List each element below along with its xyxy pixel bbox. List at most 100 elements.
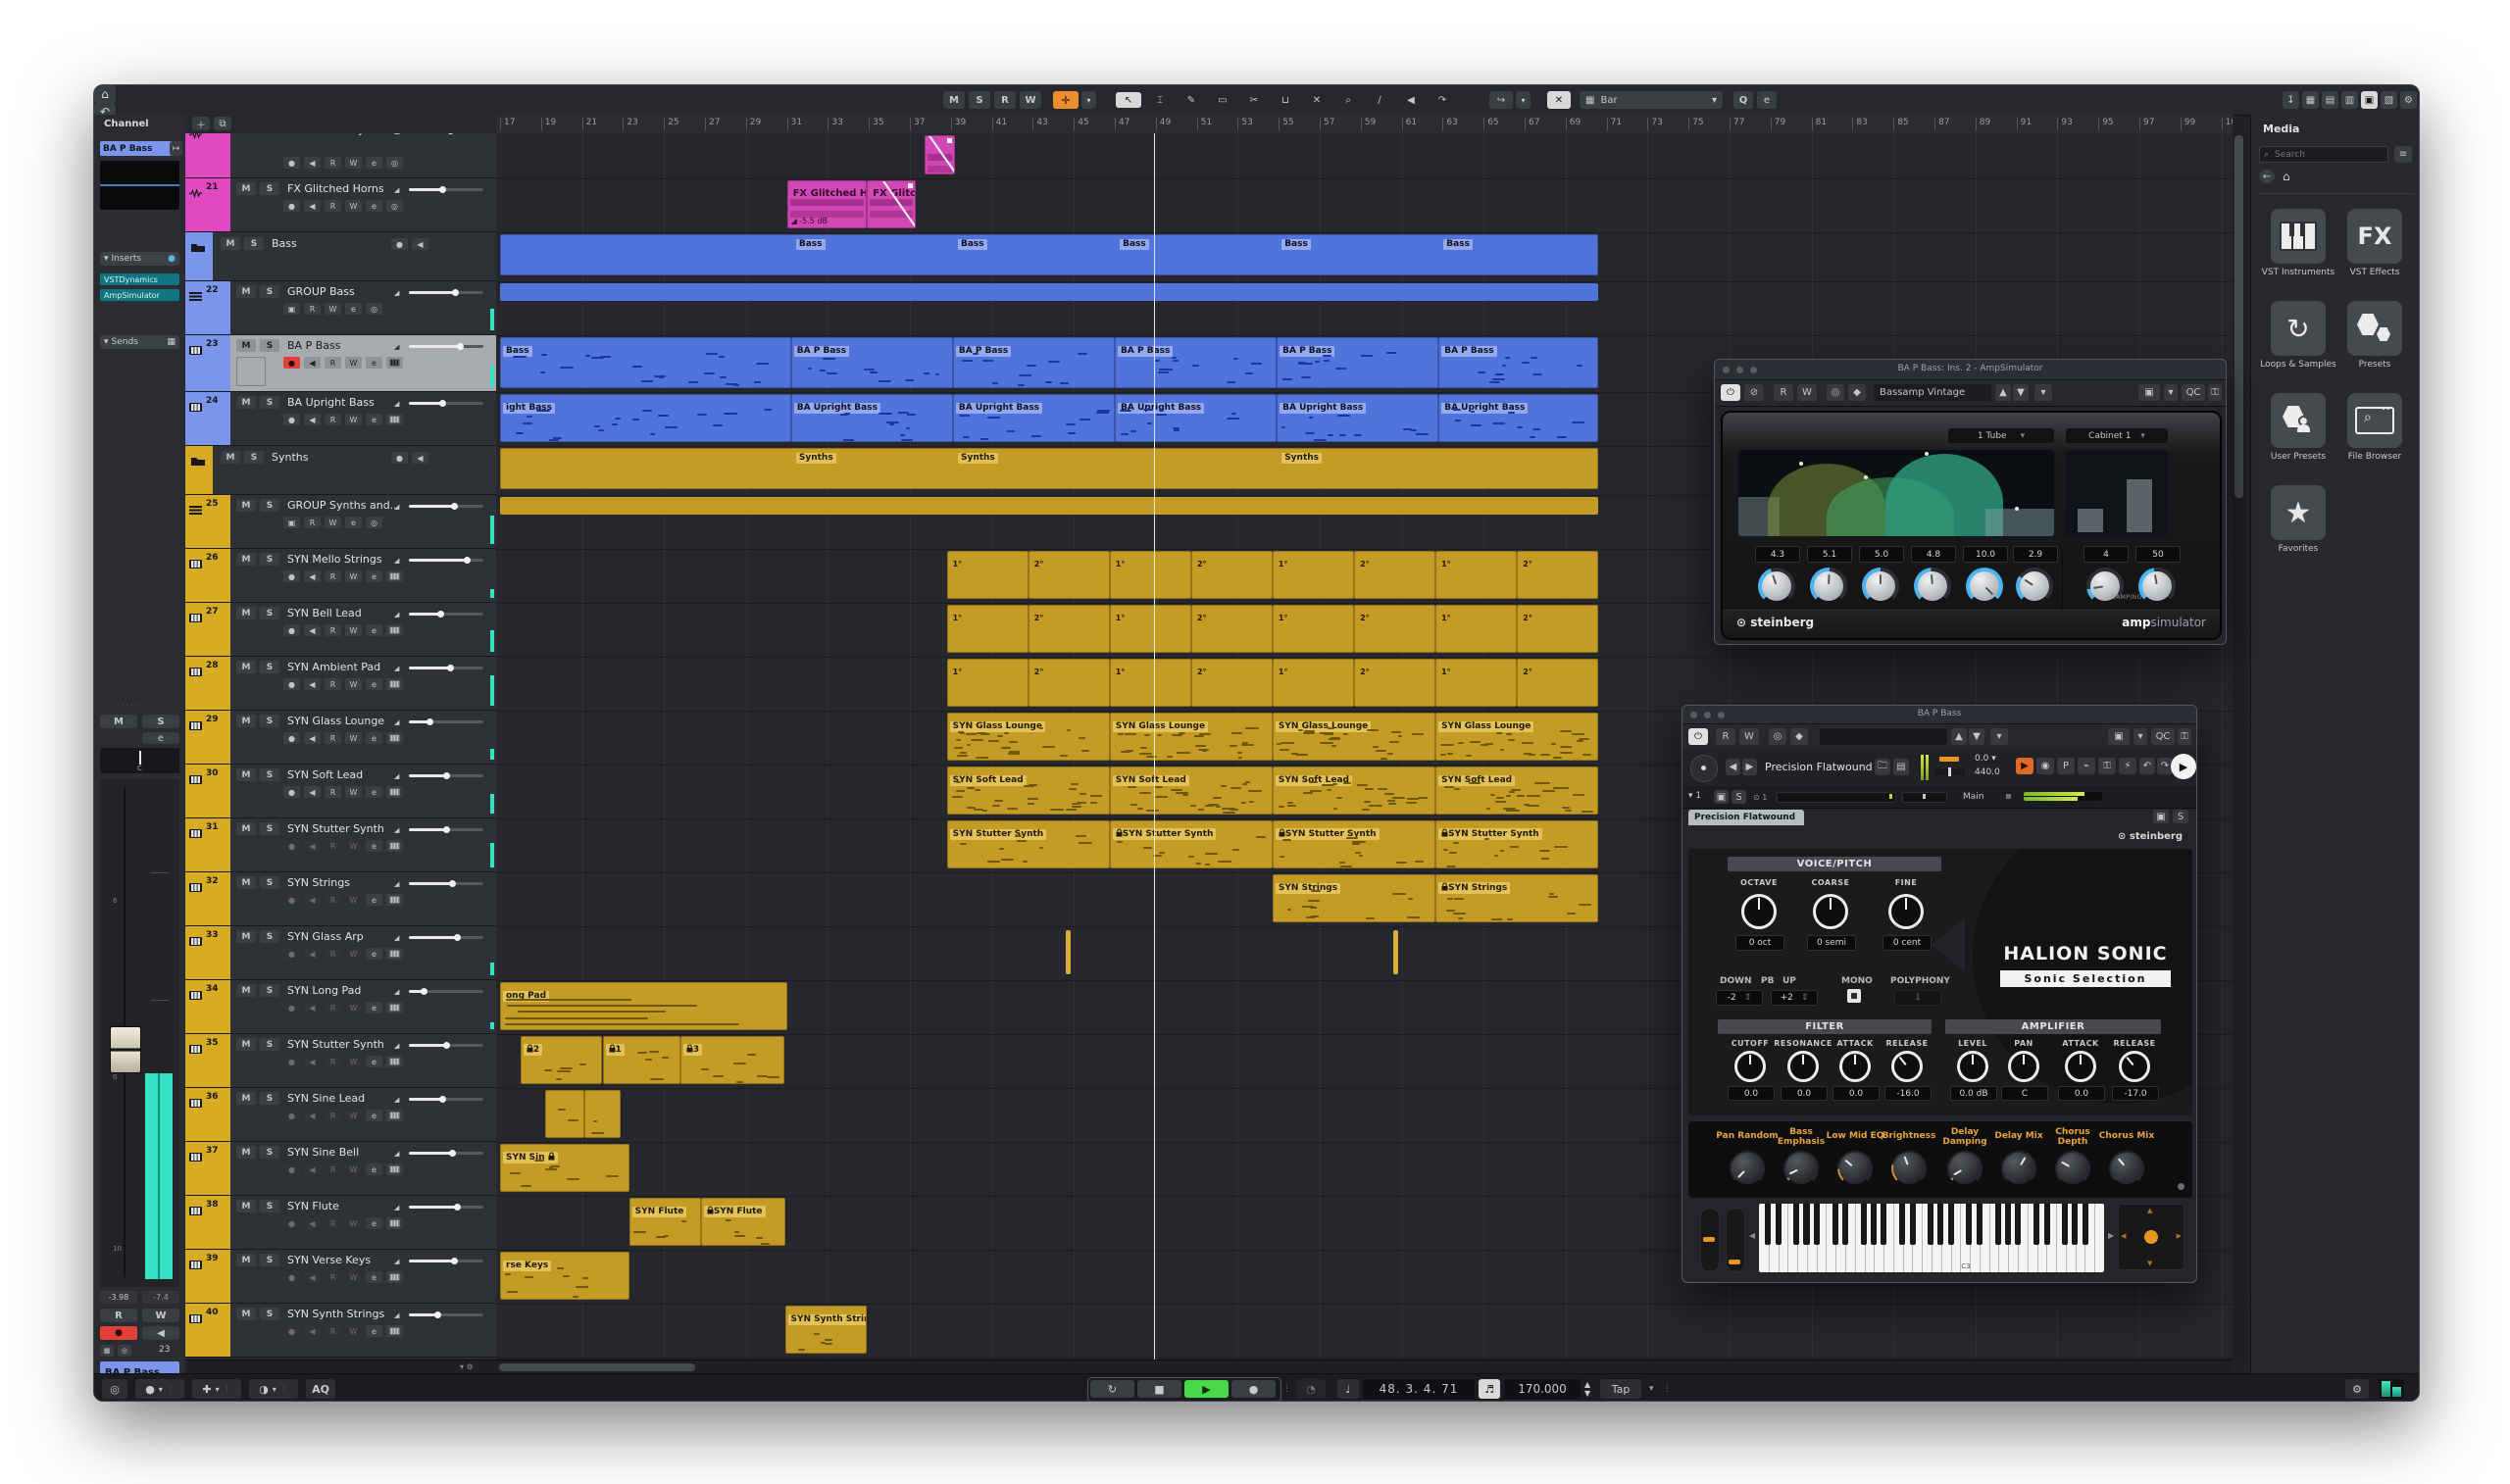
event-clip[interactable]: 1° xyxy=(1273,551,1354,599)
track-mute-button[interactable]: M xyxy=(236,285,256,298)
tool-draw-icon[interactable]: ✎ xyxy=(1179,92,1204,108)
black-key[interactable] xyxy=(2015,1204,2021,1245)
track-freeze-icon[interactable]: ◎ xyxy=(386,200,403,212)
lock-icon[interactable]: ⚿ xyxy=(2178,728,2191,745)
plugin-read-button[interactable]: R xyxy=(1774,384,1793,401)
tool-scrub-icon[interactable]: ↷ xyxy=(1430,92,1455,108)
track-volume-slider[interactable] xyxy=(409,291,483,294)
track-volume-slider[interactable] xyxy=(409,559,483,562)
track-rec-icon[interactable]: ● xyxy=(391,452,408,464)
black-key[interactable] xyxy=(1948,1204,1954,1245)
knob-bass[interactable] xyxy=(1810,568,1847,605)
track-rec-button[interactable]: ● xyxy=(283,570,300,582)
event-clip[interactable]: SYN Strings xyxy=(1273,874,1435,922)
track-header-31[interactable]: 31MSSYN Stutter Synth◢●◀RWe xyxy=(185,818,496,872)
layout-lower-icon[interactable]: ▥ xyxy=(2341,91,2358,109)
event-clip[interactable]: SYN Soft Lead xyxy=(947,767,1110,815)
track-rec-button[interactable]: ● xyxy=(283,200,300,212)
black-key[interactable] xyxy=(2005,1204,2011,1245)
track-volume-slider[interactable] xyxy=(409,720,483,723)
track-mute-button[interactable]: M xyxy=(236,1254,256,1266)
track-monitor-button[interactable]: ◀ xyxy=(304,1163,321,1175)
knob-treble[interactable] xyxy=(1914,568,1951,605)
track-solo-button[interactable]: S xyxy=(260,822,279,835)
channel-mute-button[interactable]: M xyxy=(100,715,137,728)
track-write-button[interactable]: W xyxy=(325,517,341,528)
track-rec-button[interactable]: ● xyxy=(283,1110,300,1121)
global-s-button[interactable]: S xyxy=(969,91,990,109)
track-solo-button[interactable]: S xyxy=(260,661,279,673)
track-header-33[interactable]: 33MSSYN Glass Arp◢●◀RWe xyxy=(185,926,496,980)
black-key[interactable] xyxy=(2044,1204,2050,1245)
track-monitor-button[interactable]: ◀ xyxy=(304,200,321,212)
event-clip[interactable]: 2 xyxy=(521,1036,603,1084)
vertical-scrollbar[interactable] xyxy=(2233,133,2245,1360)
track-header-29[interactable]: 29MSSYN Glass Lounge◢●◀RWe xyxy=(185,711,496,765)
track-edit-button[interactable]: e xyxy=(366,948,382,960)
track-mute-button[interactable]: M xyxy=(236,1308,256,1320)
event-clip[interactable]: 1° xyxy=(1435,605,1517,653)
event-clip[interactable]: FX Glitched Horns◢ -5.5 dB xyxy=(787,180,868,228)
track-volume-slider[interactable] xyxy=(409,188,483,191)
program-next-icon[interactable]: ▶ xyxy=(1742,759,1757,775)
inserts-section-header[interactable]: ▾Inserts● xyxy=(100,252,179,266)
click-icon[interactable]: ♩ xyxy=(1337,1379,1359,1399)
event-clip[interactable]: 1° xyxy=(1110,659,1191,707)
track-rec-button[interactable]: ● xyxy=(283,894,300,906)
track-edit-button[interactable]: e xyxy=(366,1163,382,1175)
track-monitor-button[interactable]: ◀ xyxy=(304,570,321,582)
track-read-button[interactable]: R xyxy=(325,732,341,744)
plugin-preset-icon[interactable]: ◆ xyxy=(1790,728,1808,745)
track-header-23[interactable]: 23MSBA P Bass◢●◀RWe xyxy=(185,335,496,392)
track-instrument-icon[interactable] xyxy=(386,570,403,582)
media-tile-loops-samples[interactable]: ↻ xyxy=(2271,301,2326,356)
track-mute-button[interactable]: M xyxy=(236,876,256,889)
master-tune-slider[interactable] xyxy=(1935,768,1965,775)
track-mute-button[interactable]: M xyxy=(236,1200,256,1212)
event-clip[interactable]: 2° xyxy=(1029,659,1110,707)
tap-tempo-button[interactable]: Tap xyxy=(1600,1379,1641,1399)
tempo-display[interactable]: 170.000 xyxy=(1504,1379,1581,1399)
track-read-button[interactable]: R xyxy=(325,157,341,169)
track-instrument-icon[interactable] xyxy=(386,1002,403,1014)
tool-erase-icon[interactable]: ▭ xyxy=(1210,92,1235,108)
track-volume-slider[interactable] xyxy=(409,667,483,669)
track-header-34[interactable]: 34MSSYN Long Pad◢●◀RWe xyxy=(185,980,496,1034)
ampsimulator-window[interactable]: BA P Bass: Ins. 2 - AmpSimulator ⏻ ⊘ R W… xyxy=(1714,359,2227,645)
track-solo-button[interactable]: S xyxy=(260,715,279,727)
tool-range-icon[interactable]: ⌶ xyxy=(1147,92,1173,108)
performance-icon[interactable]: P xyxy=(2057,758,2075,774)
position-display[interactable]: 48. 3. 4. 71 xyxy=(1363,1379,1475,1399)
track-volume-slider[interactable] xyxy=(409,1313,483,1316)
track-header-26[interactable]: 26MSSYN Mello Strings◢●◀RWe xyxy=(185,549,496,603)
folder-event[interactable]: SynthsSynthsSynths xyxy=(500,448,1598,489)
tiny-event[interactable] xyxy=(1066,930,1071,974)
black-key[interactable] xyxy=(2083,1204,2088,1245)
event-clip[interactable]: 2° xyxy=(1517,605,1598,653)
event-clip[interactable]: SYN Strings xyxy=(1435,874,1598,922)
track-read-button[interactable]: R xyxy=(325,948,341,960)
settings-icon[interactable]: ⚙ xyxy=(2400,91,2417,109)
track-header-39[interactable]: 39MSSYN Verse Keys◢●◀RWe xyxy=(185,1250,496,1304)
track-write-button[interactable]: W xyxy=(345,894,362,906)
track-volume-slider[interactable] xyxy=(409,1098,483,1101)
preset-prev-icon[interactable]: ▲ xyxy=(1995,384,2011,401)
sends-section-header[interactable]: ▾Sends▦ xyxy=(100,335,179,349)
track-solo-button[interactable]: S xyxy=(260,499,279,512)
track-write-button[interactable]: W xyxy=(345,200,362,212)
qc-knob-delay-damping[interactable] xyxy=(1949,1153,1981,1184)
transport-cycle-button[interactable]: ↻ xyxy=(1090,1380,1134,1398)
track-header-30[interactable]: 30MSSYN Soft Lead◢●◀RWe xyxy=(185,765,496,818)
track-solo-button[interactable]: S xyxy=(244,237,264,250)
event-clip[interactable] xyxy=(584,1090,622,1138)
track-write-button[interactable]: W xyxy=(325,303,341,315)
event-clip[interactable]: SYN Sin xyxy=(500,1144,629,1192)
media-search-input[interactable] xyxy=(2273,149,2375,161)
qc-knob-chorus-mix[interactable] xyxy=(2111,1153,2142,1184)
track-volume-slider[interactable] xyxy=(409,1152,483,1155)
event-clip[interactable]: 1° xyxy=(1435,551,1517,599)
knob-amplifier-pan[interactable] xyxy=(2008,1051,2039,1082)
track-rec-button[interactable]: ● xyxy=(283,948,300,960)
track-write-button[interactable]: W xyxy=(345,357,362,369)
track-volume-slider[interactable] xyxy=(409,882,483,885)
